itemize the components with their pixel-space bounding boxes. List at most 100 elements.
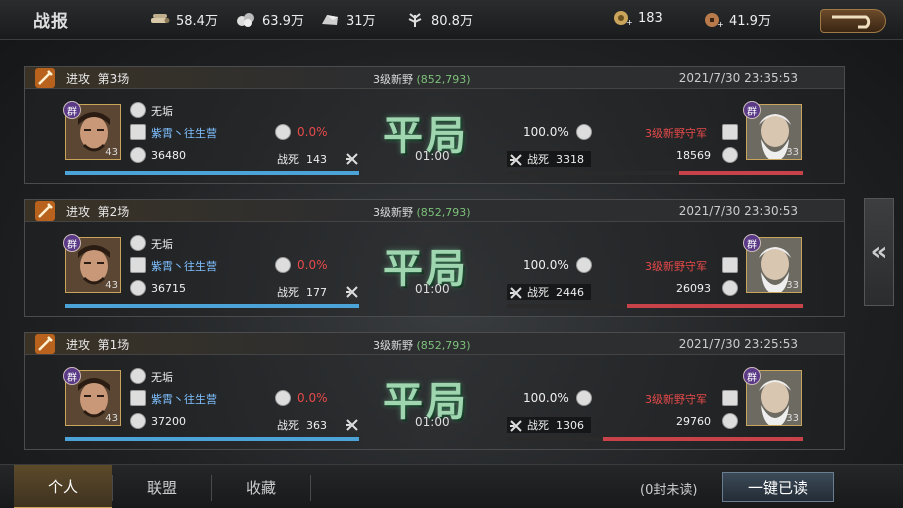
report-coordinates: (852,793) bbox=[416, 73, 471, 86]
battle-duration: 01:00 bbox=[415, 282, 450, 296]
mark-all-read-button[interactable]: 一键已读 bbox=[722, 472, 834, 502]
defender-kills: 战死 3318 bbox=[527, 153, 584, 166]
defender-troop-bar bbox=[679, 171, 803, 175]
sword-icon bbox=[35, 68, 55, 88]
defender-troops: 29760 bbox=[676, 415, 711, 428]
defender-name: 3级新野守军 bbox=[645, 127, 707, 140]
wood-icon bbox=[151, 13, 170, 23]
report-datetime: 2021/7/30 23:30:53 bbox=[678, 204, 798, 218]
alliance-icon bbox=[722, 124, 738, 140]
report-type: 进攻 第1场 bbox=[66, 338, 130, 352]
stone-icon bbox=[322, 14, 338, 25]
defender-faction-badge: 群 bbox=[743, 101, 761, 119]
player-icon bbox=[130, 368, 146, 384]
defender-kills: 战死 1306 bbox=[527, 419, 584, 432]
defender-name: 3级新野守军 bbox=[645, 393, 707, 406]
battle-report-card[interactable]: 进攻 第2场 3级新野 (852,793) 2021/7/30 23:30:53… bbox=[24, 199, 845, 317]
attacker-troop-bar bbox=[65, 437, 359, 441]
resource-grain: 80.8万 bbox=[405, 10, 473, 29]
report-location[interactable]: 3级新野 (852,793) bbox=[373, 204, 471, 220]
alliance-icon bbox=[130, 257, 146, 273]
attacker-faction-badge: 群 bbox=[63, 234, 81, 252]
casualty-icon bbox=[509, 285, 523, 299]
rate-icon bbox=[576, 390, 592, 406]
tab-alliance[interactable]: 联盟 bbox=[113, 465, 211, 508]
back-button[interactable] bbox=[820, 9, 886, 33]
grain-value: 80.8万 bbox=[431, 14, 473, 29]
jade-icon: + bbox=[614, 11, 632, 26]
rate-icon bbox=[576, 124, 592, 140]
rate-icon bbox=[275, 124, 291, 140]
top-bar: 战报 58.4万 63.9万 31万 80.8万 + 183 + 41.9万 bbox=[0, 0, 903, 40]
defender-kills: 战死 2446 bbox=[527, 286, 584, 299]
defender-rate: 100.0% bbox=[523, 125, 569, 139]
battle-report-card[interactable]: 进攻 第3场 3级新野 (852,793) 2021/7/30 23:35:53… bbox=[24, 66, 845, 184]
defender-rate: 100.0% bbox=[523, 391, 569, 405]
tab-favorites[interactable]: 收藏 bbox=[212, 465, 310, 508]
svg-text:+: + bbox=[626, 18, 632, 26]
troops-icon bbox=[130, 147, 146, 163]
report-coordinates: (852,793) bbox=[416, 206, 471, 219]
report-type: 进攻 第2场 bbox=[66, 205, 130, 219]
casualty-icon bbox=[345, 417, 359, 431]
resource-copper: + 41.9万 bbox=[703, 10, 771, 29]
copper-value: 41.9万 bbox=[729, 14, 771, 29]
svg-text:+: + bbox=[717, 20, 723, 28]
sword-icon bbox=[35, 201, 55, 221]
iron-value: 63.9万 bbox=[262, 14, 304, 29]
attacker-kills: 战死 177 bbox=[277, 286, 327, 299]
rate-icon bbox=[576, 257, 592, 273]
sword-icon bbox=[35, 334, 55, 354]
attacker-troops: 37200 bbox=[151, 415, 186, 428]
attacker-faction-badge: 群 bbox=[63, 367, 81, 385]
report-type: 进攻 第3场 bbox=[66, 72, 130, 86]
troops-icon bbox=[130, 413, 146, 429]
defender-level: 33 bbox=[786, 147, 799, 158]
double-chevron-left-icon: « bbox=[870, 237, 888, 267]
jade-value: 183 bbox=[638, 10, 663, 26]
casualty-icon bbox=[509, 152, 523, 166]
report-datetime: 2021/7/30 23:25:53 bbox=[678, 337, 798, 351]
copper-icon: + bbox=[705, 12, 723, 28]
report-header: 进攻 第1场 3级新野 (852,793) 2021/7/30 23:25:53 bbox=[25, 333, 844, 355]
iron-icon bbox=[237, 12, 254, 27]
defender-name: 3级新野守军 bbox=[645, 260, 707, 273]
resource-jade: + 183 bbox=[612, 10, 663, 26]
player-icon bbox=[130, 102, 146, 118]
report-round: 第3场 bbox=[97, 72, 130, 86]
alliance-icon bbox=[130, 390, 146, 406]
bottom-bar: 个人 联盟 收藏 (0封未读) 一键已读 bbox=[0, 464, 903, 508]
report-round: 第2场 bbox=[97, 205, 130, 219]
defender-troops: 26093 bbox=[676, 282, 711, 295]
defender-faction-badge: 群 bbox=[743, 234, 761, 252]
battle-duration: 01:00 bbox=[415, 415, 450, 429]
troops-icon bbox=[722, 280, 738, 296]
battle-report-card[interactable]: 进攻 第1场 3级新野 (852,793) 2021/7/30 23:25:53… bbox=[24, 332, 845, 450]
rate-icon bbox=[275, 257, 291, 273]
attacker-name: 无垢 bbox=[151, 238, 173, 251]
grain-icon bbox=[408, 12, 422, 27]
report-header: 进攻 第2场 3级新野 (852,793) 2021/7/30 23:30:53 bbox=[25, 200, 844, 222]
return-arrow-icon bbox=[832, 15, 871, 29]
report-location[interactable]: 3级新野 (852,793) bbox=[373, 337, 471, 353]
attacker-level: 43 bbox=[105, 413, 118, 424]
attacker-troops: 36480 bbox=[151, 149, 186, 162]
report-datetime: 2021/7/30 23:35:53 bbox=[678, 71, 798, 85]
defender-rate: 100.0% bbox=[523, 258, 569, 272]
report-round: 第1场 bbox=[97, 338, 130, 352]
stone-value: 31万 bbox=[346, 14, 376, 29]
casualty-icon bbox=[345, 151, 359, 165]
tab-personal[interactable]: 个人 bbox=[14, 465, 112, 508]
alliance-icon bbox=[130, 124, 146, 140]
troops-icon bbox=[722, 147, 738, 163]
attacker-level: 43 bbox=[105, 280, 118, 291]
resource-stone: 31万 bbox=[320, 10, 376, 29]
expand-panel-button[interactable]: « bbox=[864, 198, 894, 306]
attacker-rate: 0.0% bbox=[297, 258, 328, 272]
wood-value: 58.4万 bbox=[176, 14, 218, 29]
defender-level: 33 bbox=[786, 280, 799, 291]
troops-icon bbox=[722, 413, 738, 429]
attacker-troop-bar bbox=[65, 171, 359, 175]
attacker-rate: 0.0% bbox=[297, 125, 328, 139]
report-location[interactable]: 3级新野 (852,793) bbox=[373, 71, 471, 87]
